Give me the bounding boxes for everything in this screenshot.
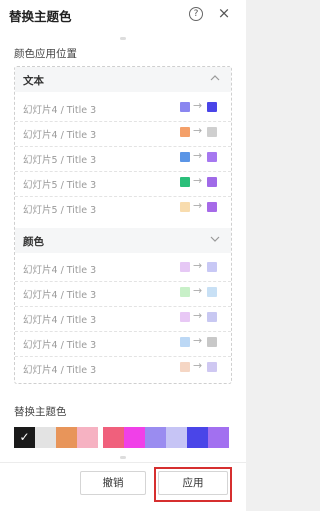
- arrow-right-icon: →: [193, 259, 203, 272]
- arrow-right-icon: →: [193, 199, 203, 212]
- arrow-right-icon: →: [193, 359, 203, 372]
- palette-swatch[interactable]: [208, 427, 229, 448]
- source-color-swatch: [180, 177, 190, 187]
- list-item[interactable]: 幻灯片4 / Title 3 →: [15, 331, 231, 355]
- row-label: 幻灯片4 / Title 3: [23, 290, 97, 301]
- target-color-swatch: [207, 362, 217, 372]
- palette-swatch[interactable]: [124, 427, 145, 448]
- arrow-right-icon: →: [193, 174, 203, 187]
- source-color-swatch: [180, 262, 190, 272]
- target-color-swatch: [207, 202, 217, 212]
- palette-swatch[interactable]: [145, 427, 166, 448]
- source-color-swatch: [180, 337, 190, 347]
- target-color-swatch: [207, 287, 217, 297]
- source-color-swatch: [180, 362, 190, 372]
- panel-header: 替换主题色 ? ×: [0, 0, 246, 30]
- row-label: 幻灯片5 / Title 3: [23, 155, 97, 166]
- source-color-swatch: [180, 152, 190, 162]
- check-icon: ✓: [19, 430, 30, 444]
- replace-theme-color-label: 替换主题色: [14, 406, 67, 418]
- palette-swatch[interactable]: [35, 427, 56, 448]
- list-item[interactable]: 幻灯片4 / Title 3 →: [15, 96, 231, 120]
- close-icon[interactable]: ×: [215, 4, 233, 22]
- row-label: 幻灯片5 / Title 3: [23, 180, 97, 191]
- list-item[interactable]: 幻灯片4 / Title 3 →: [15, 356, 231, 380]
- source-color-swatch: [180, 127, 190, 137]
- source-color-swatch: [180, 287, 190, 297]
- footer-divider: [0, 462, 246, 463]
- source-color-swatch: [180, 202, 190, 212]
- arrow-right-icon: →: [193, 334, 203, 347]
- panel-title: 替换主题色: [9, 9, 72, 24]
- theme-color-palette: ✓: [14, 427, 233, 448]
- source-color-swatch: [180, 312, 190, 322]
- chevron-up-icon: [210, 75, 220, 81]
- list-item[interactable]: 幻灯片5 / Title 3 →: [15, 146, 231, 170]
- target-color-swatch: [207, 312, 217, 322]
- undo-button[interactable]: 撤销: [80, 471, 146, 495]
- apply-button-highlight: [154, 467, 232, 502]
- source-color-swatch: [180, 102, 190, 112]
- palette-swatch[interactable]: [166, 427, 187, 448]
- arrow-right-icon: →: [193, 284, 203, 297]
- group-header-text[interactable]: 文本: [15, 67, 231, 92]
- list-item[interactable]: 幻灯片4 / Title 3 →: [15, 121, 231, 145]
- row-label: 幻灯片4 / Title 3: [23, 365, 97, 376]
- palette-swatch[interactable]: [187, 427, 208, 448]
- arrow-right-icon: →: [193, 149, 203, 162]
- arrow-right-icon: →: [193, 124, 203, 137]
- replace-theme-color-panel: 替换主题色 ? × 颜色应用位置 文本 幻灯片4 / Title 3 → 幻灯片…: [0, 0, 246, 511]
- list-item[interactable]: 幻灯片5 / Title 3 →: [15, 171, 231, 195]
- target-color-swatch: [207, 337, 217, 347]
- color-position-label: 颜色应用位置: [14, 48, 77, 60]
- target-color-swatch: [207, 262, 217, 272]
- row-label: 幻灯片4 / Title 3: [23, 265, 97, 276]
- group-label-color: 颜色: [23, 236, 44, 248]
- list-item[interactable]: 幻灯片4 / Title 3 →: [15, 256, 231, 280]
- row-label: 幻灯片5 / Title 3: [23, 205, 97, 216]
- target-color-swatch: [207, 177, 217, 187]
- arrow-right-icon: →: [193, 309, 203, 322]
- target-color-swatch: [207, 152, 217, 162]
- row-label: 幻灯片4 / Title 3: [23, 130, 97, 141]
- target-color-swatch: [207, 102, 217, 112]
- row-label: 幻灯片4 / Title 3: [23, 315, 97, 326]
- chevron-down-icon: [210, 236, 220, 242]
- palette-swatch[interactable]: [103, 427, 124, 448]
- palette-swatch[interactable]: ✓: [14, 427, 35, 448]
- list-item[interactable]: 幻灯片5 / Title 3 →: [15, 196, 231, 220]
- palette-swatch[interactable]: [56, 427, 77, 448]
- row-label: 幻灯片4 / Title 3: [23, 340, 97, 351]
- list-item[interactable]: 幻灯片4 / Title 3 →: [15, 306, 231, 330]
- scroll-indicator: [120, 37, 126, 40]
- scroll-indicator: [120, 456, 126, 459]
- target-color-swatch: [207, 127, 217, 137]
- palette-swatch[interactable]: [77, 427, 98, 448]
- group-label-text: 文本: [23, 75, 44, 87]
- arrow-right-icon: →: [193, 99, 203, 112]
- list-item[interactable]: 幻灯片4 / Title 3 →: [15, 281, 231, 305]
- row-label: 幻灯片4 / Title 3: [23, 105, 97, 116]
- group-header-color[interactable]: 颜色: [15, 228, 231, 253]
- help-icon[interactable]: ?: [189, 7, 203, 21]
